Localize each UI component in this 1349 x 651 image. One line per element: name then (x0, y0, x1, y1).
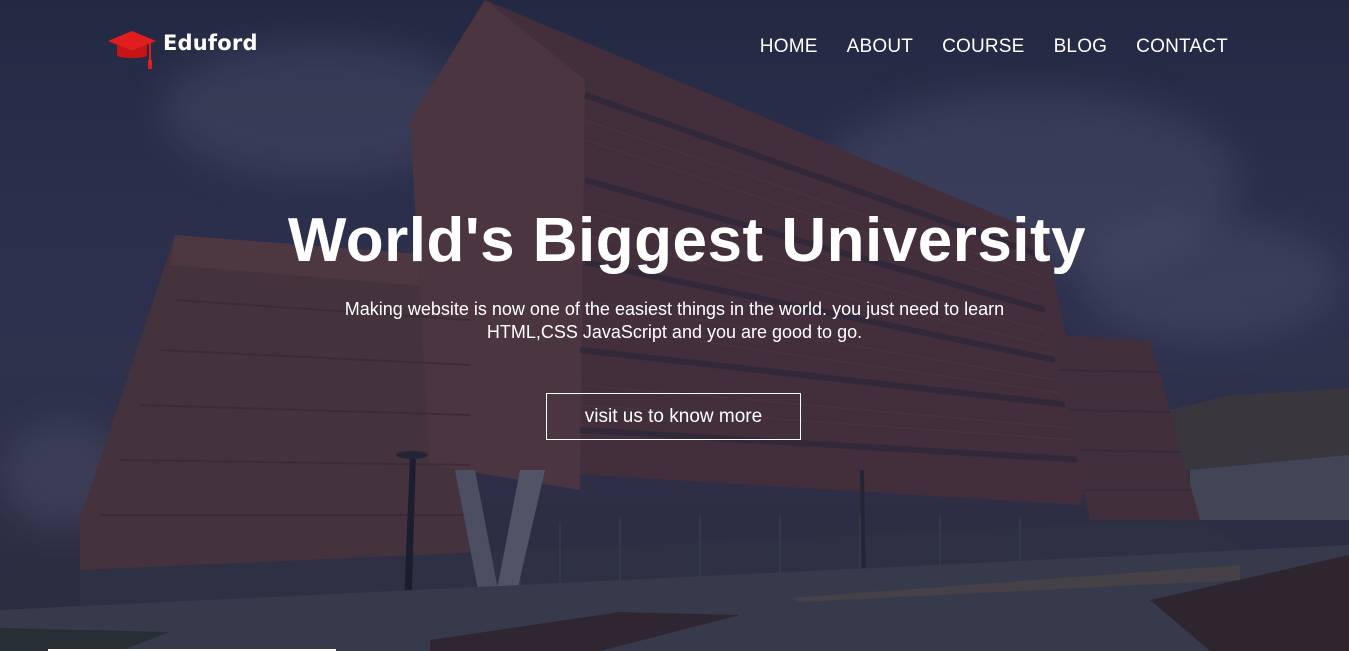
nav-menu: HOME ABOUT COURSE BLOG CONTACT (760, 36, 1228, 58)
hero-content: World's Biggest University Making websit… (0, 205, 1349, 344)
hero-subtitle-line-1: Making website is now one of the easiest… (344, 299, 1005, 319)
nav-item-contact[interactable]: CONTACT (1136, 36, 1228, 58)
nav-item-home[interactable]: HOME (760, 36, 818, 58)
hero-subtitle: Making website is now one of the easiest… (295, 298, 1055, 344)
nav-item-blog[interactable]: BLOG (1054, 36, 1108, 58)
nav-item-course[interactable]: COURSE (942, 36, 1025, 58)
hero-title: World's Biggest University (287, 206, 1087, 275)
navbar: Eduford HOME ABOUT COURSE BLOG CONTACT (0, 0, 1349, 90)
brand-name: Eduford (163, 31, 258, 55)
brand-logo-link[interactable]: Eduford (107, 28, 258, 70)
visit-us-button[interactable]: visit us to know more (546, 393, 801, 440)
hero-section: Eduford HOME ABOUT COURSE BLOG CONTACT W… (0, 0, 1349, 651)
hero-subtitle-line-2: HTML,CSS JavaScript and you are good to … (486, 322, 863, 342)
graduation-cap-icon (108, 31, 156, 69)
nav-item-about[interactable]: ABOUT (847, 36, 913, 58)
